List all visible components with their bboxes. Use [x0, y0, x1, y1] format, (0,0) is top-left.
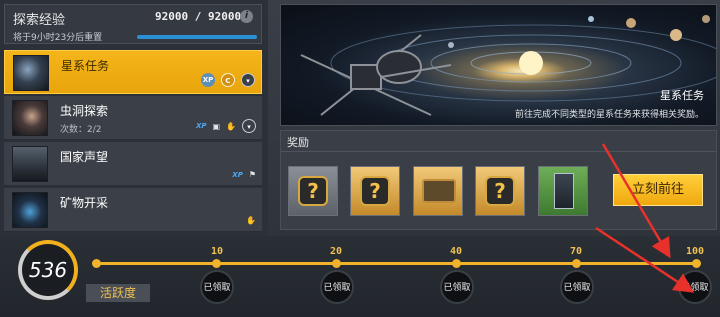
milestone-dot — [692, 259, 701, 268]
question-mark-icon: ? — [485, 176, 515, 206]
track-start-dot — [92, 259, 101, 268]
shield-icon: ▾ — [241, 73, 255, 87]
banner-description: 前往完成不同类型的星系任务来获得相关奖励。 — [514, 110, 704, 120]
galaxy-thumbnail — [13, 55, 49, 91]
milestone-value: 100 — [686, 246, 705, 257]
banner-title: 星系任务 — [660, 89, 704, 102]
wormhole-thumbnail — [12, 100, 48, 136]
exp-progress-bar — [137, 35, 257, 39]
activity-label: 活跃度 — [86, 284, 150, 302]
xp-coin-icon: XP — [201, 73, 215, 87]
claimed-label: 已领取 — [563, 283, 591, 293]
milestone-value: 70 — [570, 246, 583, 257]
task-item-mining[interactable]: 矿物开采 ✋ — [4, 188, 262, 232]
task-reward-icons: XP C ▾ — [201, 73, 255, 87]
mining-thumbnail — [12, 192, 48, 228]
galaxy-banner-image: 星系任务 前往完成不同类型的星系任务来获得相关奖励。 — [280, 4, 717, 126]
xp-icon: XP — [232, 170, 243, 179]
reward-item-mystery-gold[interactable]: ? — [350, 166, 400, 216]
hand-icon: ✋ — [226, 121, 236, 131]
task-name: 虫洞探索 — [60, 104, 109, 118]
activity-track — [96, 262, 700, 265]
divider — [281, 151, 716, 152]
task-name: 矿物开采 — [60, 196, 109, 210]
app-root: 探索经验 92000 / 92000 i 将于9小时23分后重置 星系任务 XP… — [0, 0, 720, 317]
task-name: 国家声望 — [60, 150, 109, 164]
exploration-exp-box: 探索经验 92000 / 92000 i 将于9小时23分后重置 — [4, 4, 262, 44]
go-now-button[interactable]: 立刻前往 — [613, 174, 703, 206]
milestone-value: 10 — [211, 246, 224, 257]
question-mark-icon: ? — [298, 176, 328, 206]
task-item-reputation[interactable]: 国家声望 XP ⚑ — [4, 142, 262, 186]
gold-coin-icon: C — [221, 73, 235, 87]
milestone-value: 40 — [450, 246, 463, 257]
milestone-dot — [212, 259, 221, 268]
task-reward-icons: XP ⚑ — [232, 170, 256, 179]
reward-item-mystery-gray[interactable]: ? — [288, 166, 338, 216]
reputation-thumbnail — [12, 146, 48, 182]
activity-score: 536 — [28, 258, 68, 282]
milestone-dot — [452, 259, 461, 268]
exp-value: 92000 / 92000 — [155, 10, 242, 23]
milestone-dot — [332, 259, 341, 268]
task-item-wormhole[interactable]: 虫洞探索 次数：2/2 XP ▣ ✋ ▾ — [4, 96, 262, 140]
task-item-galaxy[interactable]: 星系任务 XP C ▾ — [4, 50, 262, 94]
xp-icon: XP — [195, 122, 207, 130]
reset-timer-text: 将于9小时23分后重置 — [13, 33, 103, 43]
exp-title: 探索经验 — [13, 13, 66, 28]
task-reward-icons: XP ▣ ✋ ▾ — [196, 119, 256, 133]
shield-icon: ▾ — [242, 119, 256, 133]
reward-title: 奖励 — [287, 136, 309, 149]
hand-icon: ✋ — [246, 216, 256, 225]
task-panel: 探索经验 92000 / 92000 i 将于9小时23分后重置 星系任务 XP… — [0, 0, 268, 236]
task-name: 星系任务 — [61, 59, 110, 73]
card-icon: ▣ — [212, 121, 221, 131]
treasure-chest-icon — [422, 179, 456, 203]
task-reward-icons: ✋ — [246, 216, 256, 225]
question-mark-icon: ? — [360, 176, 390, 206]
milestone-value: 20 — [330, 246, 343, 257]
reward-item-mystery-gold-2[interactable]: ? — [475, 166, 525, 216]
claimed-label: 已领取 — [323, 283, 351, 293]
info-icon[interactable]: i — [240, 10, 253, 23]
card-pack-icon — [554, 173, 574, 209]
reward-item-card-pack[interactable] — [538, 166, 588, 216]
claimed-label: 已领取 — [203, 283, 231, 293]
claimed-label: 已领取 — [443, 283, 471, 293]
task-count: 次数：2/2 — [60, 125, 102, 135]
reward-item-chest[interactable] — [413, 166, 463, 216]
milestone-dot — [572, 259, 581, 268]
claimed-label: 已领取 — [681, 283, 709, 293]
flag-icon: ⚑ — [248, 170, 256, 179]
activity-bar — [0, 236, 720, 317]
